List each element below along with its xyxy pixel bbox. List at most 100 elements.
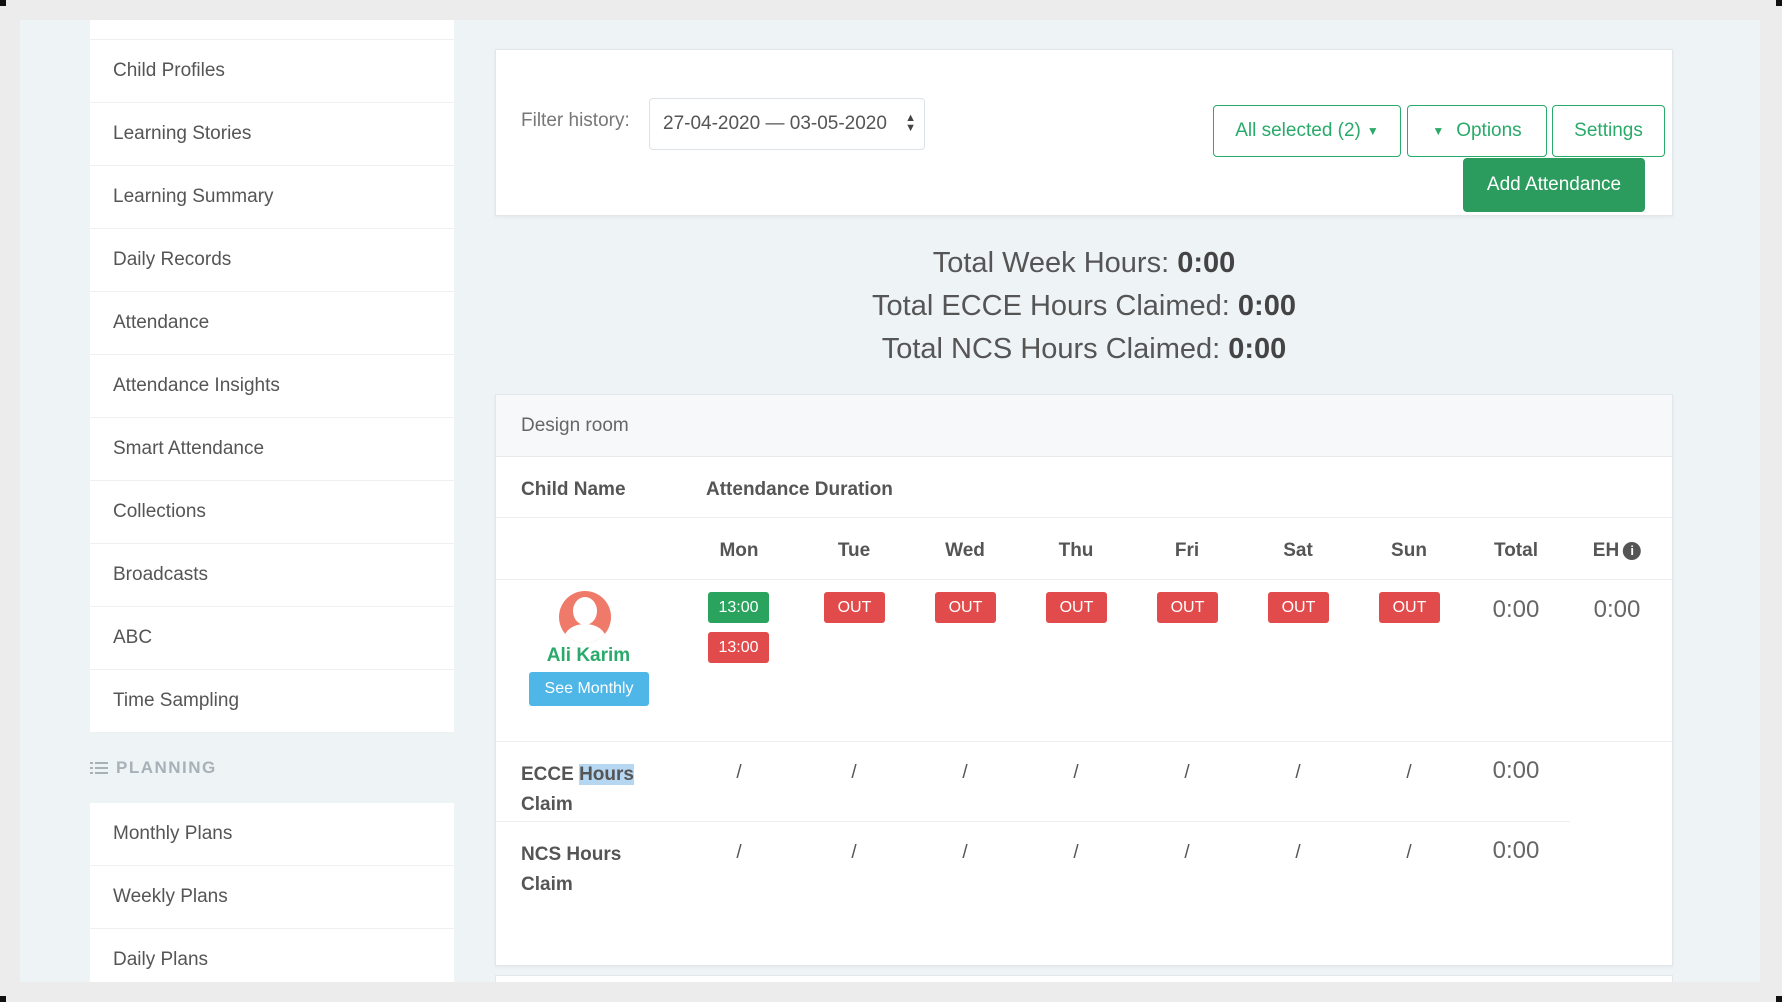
sidebar-item-label: Daily Records [113, 249, 232, 270]
child-name-link[interactable]: Ali Karim [496, 645, 681, 667]
planning-list: Monthly Plans Weekly Plans Daily Plans [90, 803, 454, 982]
col-child-name: Child Name [521, 479, 626, 500]
sidebar-item-cut[interactable] [90, 20, 454, 40]
all-selected-dropdown[interactable]: All selected (2) ▼ [1213, 105, 1401, 157]
ecce-total: 0:00 [1492, 757, 1540, 784]
total-ncs-value: 0:00 [1228, 333, 1287, 365]
sidebar-item-daily-plans[interactable]: Daily Plans [90, 929, 454, 982]
planning-section-heading: PLANNING [90, 733, 454, 803]
ncs-tue-input[interactable]: / [851, 842, 856, 864]
settings-button[interactable]: Settings [1552, 105, 1665, 157]
thu-out-badge[interactable]: OUT [1046, 592, 1107, 623]
sidebar-item-attendance[interactable]: Attendance [90, 292, 454, 355]
sidebar-item-label: ABC [113, 627, 153, 648]
sidebar-item-monthly-plans[interactable]: Monthly Plans [90, 803, 454, 866]
room-header: Design room [496, 395, 1672, 457]
next-card-edge [495, 975, 1673, 982]
day-sat: Sat [1283, 540, 1313, 561]
child-eh-hours: 0:00 [1593, 596, 1641, 623]
sidebar-item-weekly-plans[interactable]: Weekly Plans [90, 866, 454, 929]
sidebar-item-label: Learning Stories [113, 123, 252, 144]
wed-out-badge[interactable]: OUT [935, 592, 996, 623]
ecce-label-selected: Hours [579, 764, 634, 785]
sidebar-item-time-sampling[interactable]: Time Sampling [90, 670, 454, 733]
day-fri: Fri [1174, 540, 1200, 561]
ecce-fri-input[interactable]: / [1184, 762, 1189, 784]
ncs-fri-input[interactable]: / [1184, 842, 1189, 864]
add-attendance-button[interactable]: Add Attendance [1463, 158, 1645, 212]
out-label: OUT [1281, 598, 1316, 616]
date-range-input[interactable]: 27-04-2020 — 03-05-2020 ▲ ▼ [649, 98, 925, 150]
sidebar-item-learning-summary[interactable]: Learning Summary [90, 166, 454, 229]
col-eh: EH i [1592, 540, 1642, 562]
sidebar-item-label: Collections [113, 501, 206, 522]
sidebar-item-attendance-insights[interactable]: Attendance Insights [90, 355, 454, 418]
filter-history-label: Filter history: [521, 110, 630, 131]
total-ncs-label: Total NCS Hours Claimed: [881, 333, 1221, 365]
ecce-sun-input[interactable]: / [1406, 762, 1411, 784]
out-label: OUT [1392, 598, 1427, 616]
ecce-sat-input[interactable]: / [1295, 762, 1300, 784]
sun-out-badge[interactable]: OUT [1379, 592, 1440, 623]
table-header-row: Child Name Attendance Duration [496, 457, 1672, 518]
options-button[interactable]: ▼ Options [1407, 105, 1547, 157]
stepper-arrows-icon: ▲ ▼ [905, 112, 916, 134]
app-frame: Child Profiles Learning Stories Learning… [20, 20, 1760, 982]
ecce-thu-input[interactable]: / [1073, 762, 1078, 784]
sidebar-item-learning-stories[interactable]: Learning Stories [90, 103, 454, 166]
sidebar-item-smart-attendance[interactable]: Smart Attendance [90, 418, 454, 481]
total-week-hours: Total Week Hours: 0:00 [495, 242, 1673, 285]
table-row: Ali Karim See Monthly 13:00 13:00 OUT OU… [496, 580, 1672, 742]
ecce-wed-input[interactable]: / [962, 762, 967, 784]
fri-out-badge[interactable]: OUT [1157, 592, 1218, 623]
sat-out-badge[interactable]: OUT [1268, 592, 1329, 623]
avatar[interactable] [559, 591, 611, 643]
see-monthly-button[interactable]: See Monthly [529, 672, 649, 706]
sidebar-item-child-profiles[interactable]: Child Profiles [90, 40, 454, 103]
options-label: Options [1456, 120, 1522, 141]
totals-summary: Total Week Hours: 0:00 Total ECCE Hours … [495, 242, 1673, 371]
sidebar-item-label: Weekly Plans [113, 886, 228, 907]
col-eh-label: EH [1592, 540, 1620, 561]
see-monthly-label: See Monthly [544, 680, 634, 697]
info-icon[interactable]: i [1623, 542, 1642, 560]
sidebar: Child Profiles Learning Stories Learning… [90, 20, 454, 982]
sidebar-item-label: Broadcasts [113, 564, 209, 585]
mon-in-badge[interactable]: 13:00 [708, 592, 769, 623]
sidebar-item-daily-records[interactable]: Daily Records [90, 229, 454, 292]
mon-out-badge[interactable]: 13:00 [708, 632, 769, 663]
tue-out-badge[interactable]: OUT [824, 592, 885, 623]
ncs-sat-input[interactable]: / [1295, 842, 1300, 864]
sidebar-item-label: Child Profiles [113, 60, 225, 81]
sidebar-item-label: Daily Plans [113, 949, 209, 970]
sidebar-item-collections[interactable]: Collections [90, 481, 454, 544]
add-attendance-label: Add Attendance [1486, 174, 1622, 195]
date-range-value: 27-04-2020 — 03-05-2020 [663, 113, 887, 134]
ncs-sun-input[interactable]: / [1406, 842, 1411, 864]
sidebar-item-label: Smart Attendance [113, 438, 265, 459]
ecce-label-part: ECCE [521, 764, 580, 785]
caret-down-icon: ▼ [1432, 124, 1445, 138]
settings-label: Settings [1574, 120, 1643, 141]
sidebar-item-broadcasts[interactable]: Broadcasts [90, 544, 454, 607]
room-name: Design room [521, 414, 629, 436]
total-ecce-value: 0:00 [1237, 290, 1296, 322]
caret-down-icon: ▼ [1366, 124, 1379, 138]
ecce-tue-input[interactable]: / [851, 762, 856, 784]
total-week-value: 0:00 [1177, 247, 1236, 279]
ncs-mon-input[interactable]: / [736, 842, 741, 864]
ncs-wed-input[interactable]: / [962, 842, 967, 864]
day-wed: Wed [945, 540, 985, 561]
ncs-total: 0:00 [1492, 837, 1540, 864]
filter-card: Filter history: 27-04-2020 — 03-05-2020 … [495, 49, 1673, 216]
all-selected-label: All selected (2) [1235, 120, 1361, 141]
ncs-thu-input[interactable]: / [1073, 842, 1078, 864]
day-thu: Thu [1058, 540, 1094, 561]
frame-corner [1776, 0, 1782, 6]
ecce-mon-input[interactable]: / [736, 762, 741, 784]
sidebar-item-abc[interactable]: ABC [90, 607, 454, 670]
sidebar-item-label: Monthly Plans [113, 823, 233, 844]
ncs-claim-row: NCS Hours Claim / / / / / / / 0:00 [496, 822, 1570, 912]
attendance-table-card: Design room Child Name Attendance Durati… [495, 394, 1673, 966]
day-mon: Mon [719, 540, 759, 561]
